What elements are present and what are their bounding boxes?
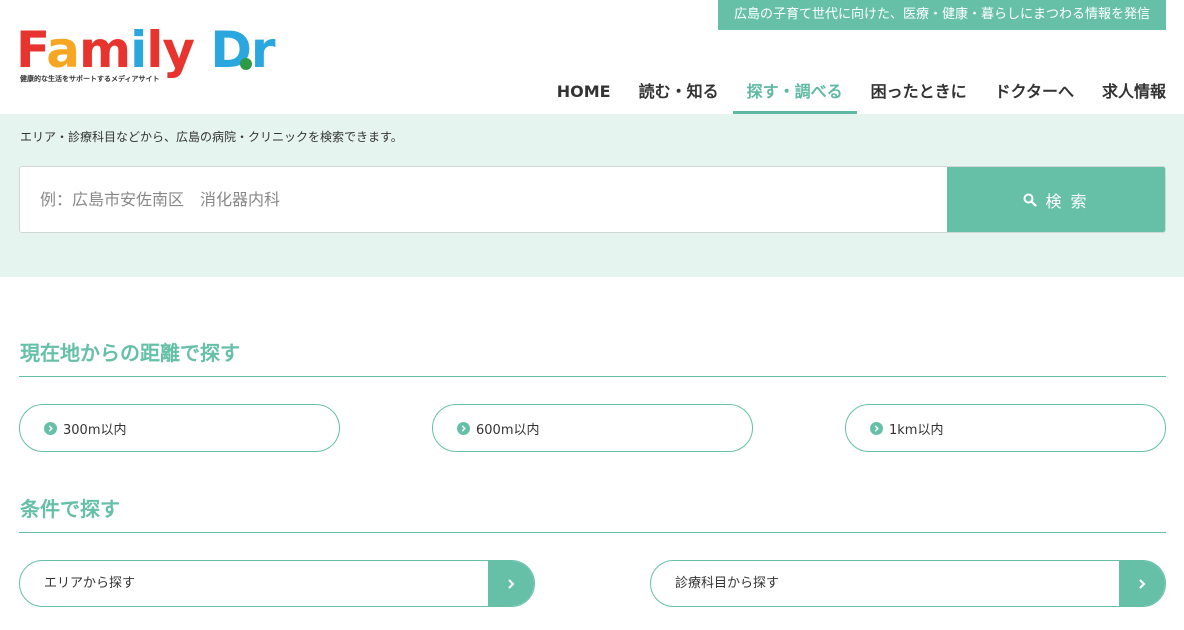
logo-wordmark: Family Dr bbox=[16, 21, 276, 79]
logo-dot bbox=[240, 58, 252, 70]
search-input[interactable] bbox=[20, 167, 949, 232]
search-button-label: 検 索 bbox=[1045, 191, 1089, 211]
header-tagline: 広島の子育て世代に向けた、医療・健康・暮らしにまつわる情報を発信 bbox=[717, 0, 1166, 30]
distance-600m-button[interactable]: 600m以内 bbox=[432, 404, 753, 452]
search-description: エリア・診療科目などから、広島の病院・クリニックを検索できます。 bbox=[20, 130, 403, 144]
search-band: エリア・診療科目などから、広島の病院・クリニックを検索できます。 検 索 bbox=[0, 114, 1184, 277]
condition-section-title: 条件で探す bbox=[20, 497, 120, 521]
chevron-right-icon bbox=[457, 421, 470, 435]
site-logo[interactable]: Family Dr 健康的な生活をサポートするメディアサイト bbox=[16, 14, 276, 90]
department-search-label: 診療科目から探す bbox=[675, 576, 780, 591]
nav-item-read[interactable]: 読む・知る bbox=[625, 74, 733, 114]
chevron-right-icon bbox=[44, 421, 57, 435]
chevron-right-icon bbox=[488, 561, 534, 606]
distance-1km-label: 1km以内 bbox=[889, 422, 944, 438]
department-search-button[interactable]: 診療科目から探す bbox=[650, 560, 1166, 607]
site-header: 広島の子育て世代に向けた、医療・健康・暮らしにまつわる情報を発信 Family … bbox=[0, 0, 1184, 114]
distance-1km-button[interactable]: 1km以内 bbox=[845, 404, 1166, 452]
nav-item-trouble[interactable]: 困ったときに bbox=[857, 74, 981, 114]
nav-item-doctor[interactable]: ドクターへ bbox=[981, 74, 1088, 114]
nav-item-search[interactable]: 探す・調べる bbox=[732, 74, 857, 114]
area-search-button[interactable]: エリアから探す bbox=[19, 560, 535, 607]
section-divider bbox=[19, 532, 1166, 533]
section-divider bbox=[19, 376, 1166, 377]
search-button[interactable]: 検 索 bbox=[947, 167, 1165, 232]
distance-300m-button[interactable]: 300m以内 bbox=[19, 404, 340, 452]
nav-item-jobs[interactable]: 求人情報 bbox=[1088, 74, 1166, 114]
distance-600m-label: 600m以内 bbox=[476, 422, 540, 438]
area-search-label: エリアから探す bbox=[44, 576, 136, 591]
nav-item-home[interactable]: HOME bbox=[543, 74, 625, 114]
logo-subtitle: 健康的な生活をサポートするメディアサイト bbox=[20, 75, 160, 83]
chevron-right-icon bbox=[1119, 561, 1165, 606]
search-icon bbox=[1023, 193, 1038, 207]
distance-300m-label: 300m以内 bbox=[63, 422, 127, 438]
main-nav: HOME 読む・知る 探す・調べる 困ったときに ドクターへ 求人情報 bbox=[543, 74, 1166, 114]
chevron-right-icon bbox=[870, 421, 883, 435]
distance-section-title: 現在地からの距離で探す bbox=[20, 341, 240, 365]
search-box: 検 索 bbox=[19, 166, 1166, 233]
